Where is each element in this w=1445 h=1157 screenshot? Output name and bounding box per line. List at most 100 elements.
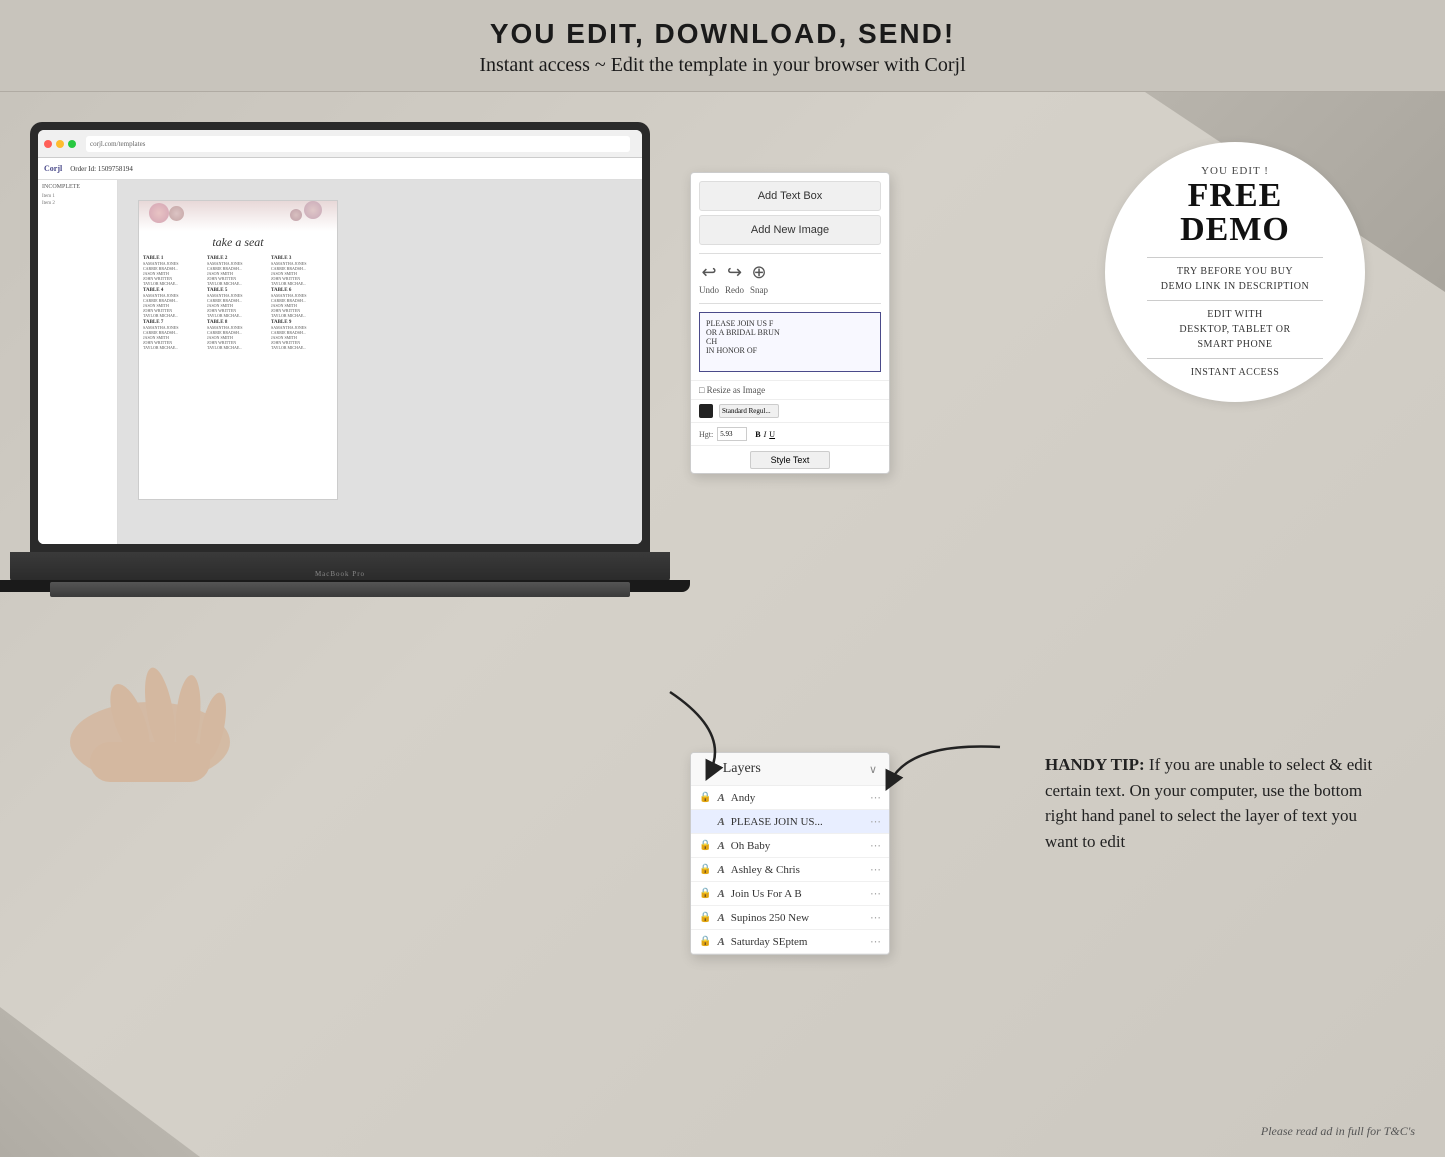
resize-image-label: □ Resize as Image — [699, 385, 765, 395]
undo-label: Undo — [699, 285, 719, 295]
layer-delete-icon[interactable]: ⋯ — [870, 911, 881, 924]
corjl-order: Order Id: 1509758194 — [70, 165, 133, 173]
layer-item-andy[interactable]: 🔒 A Andy ⋯ — [691, 786, 889, 810]
layer-item-ashleychris[interactable]: 🔒 A Ashley & Chris ⋯ — [691, 858, 889, 882]
demo-free-label: FREE — [1188, 179, 1283, 213]
bold-button[interactable]: B — [755, 430, 760, 439]
demo-edit-with-label: EDIT WITH — [1207, 307, 1263, 322]
corjl-sidebar: INCOMPLETE Item 1 Item 2 — [38, 180, 118, 544]
handy-tip-bold: HANDY TIP: — [1045, 755, 1145, 774]
layer-type-a: A — [717, 816, 724, 828]
layer-lock-icon: 🔒 — [699, 792, 711, 803]
layer-name-supinos: Supinos 250 New — [731, 912, 870, 924]
table-block-7: TABLE 7 SAMANTHA JONESCARRIE BRADSH...JA… — [143, 320, 205, 350]
layer-lock-icon: 🔒 — [699, 864, 711, 875]
demo-try-before-label: TRY BEFORE YOU BUY — [1177, 264, 1293, 279]
table-block-6: TABLE 6 SAMANTHA JONESCARRIE BRADSH...JA… — [271, 288, 333, 318]
top-banner: YOU EDIT, DOWNLOAD, SEND! Instant access… — [0, 0, 1445, 92]
corjl-panel: Add Text Box Add New Image ↩ Undo ↪ Redo… — [690, 172, 890, 474]
format-buttons: B I U — [755, 430, 775, 439]
demo-instant-access-label: INSTANT ACCESS — [1191, 365, 1280, 380]
bg-corner-bottom-left — [0, 1007, 200, 1157]
laptop-brand: MacBook Pro — [315, 570, 365, 578]
undo-icon[interactable]: ↩ — [701, 262, 716, 283]
main-area: corjl.com/templates Corjl Order Id: 1509… — [0, 92, 1445, 1157]
table-block-2: TABLE 2 SAMANTHA JONESCARRIE BRADSH...JA… — [207, 256, 269, 286]
layer-item-saturday[interactable]: 🔒 A Saturday SEptem ⋯ — [691, 930, 889, 954]
layer-type-a: A — [717, 792, 724, 804]
demo-demo-label: DEMO — [1180, 213, 1290, 247]
panel-size-controls: Hgt: 5.93 B I U — [691, 422, 889, 445]
floral-element — [149, 203, 169, 223]
demo-link-label: DEMO LINK IN DESCRIPTION — [1161, 279, 1309, 294]
table-block-1: TABLE 1 SAMANTHA JONESCARRIE BRADSH...JA… — [143, 256, 205, 286]
underline-button[interactable]: U — [769, 430, 775, 439]
snap-label: Snap — [750, 285, 768, 295]
layer-delete-icon[interactable]: ⋯ — [870, 815, 881, 828]
style-text-button[interactable]: Style Text — [750, 451, 831, 469]
layer-lock-icon: 🔒 — [699, 840, 711, 851]
panel-text-preview: PLEASE JOIN US FOR A BRIDAL BRUNCHIN HON… — [699, 312, 881, 372]
color-swatch-black[interactable] — [699, 404, 713, 418]
floral-element — [290, 209, 302, 221]
browser-dot-green — [68, 140, 76, 148]
demo-you-edit-label: YOU EDIT ! — [1201, 165, 1269, 177]
demo-platforms-label: DESKTOP, TABLET ORSMART PHONE — [1179, 322, 1290, 352]
redo-label: Redo — [725, 285, 744, 295]
banner-title: YOU EDIT, DOWNLOAD, SEND! — [0, 18, 1445, 50]
layer-lock-icon: 🔒 — [699, 888, 711, 899]
corjl-logo: Corjl — [44, 164, 62, 173]
layer-lock-icon: 🔒 — [699, 912, 711, 923]
layer-delete-icon[interactable]: ⋯ — [870, 839, 881, 852]
floral-element — [304, 201, 322, 219]
layer-delete-icon[interactable]: ⋯ — [870, 887, 881, 900]
sidebar-label: INCOMPLETE — [42, 184, 113, 190]
laptop-screen: corjl.com/templates Corjl Order Id: 1509… — [38, 130, 642, 544]
sidebar-item-1: Item 1 — [42, 194, 113, 199]
redo-icon[interactable]: ↪ — [727, 262, 742, 283]
style-text-button-container: Style Text — [691, 445, 889, 473]
layer-type-a: A — [717, 888, 724, 900]
layer-item-joinusforab[interactable]: 🔒 A Join Us For A B ⋯ — [691, 882, 889, 906]
snap-control: ⊕ Snap — [750, 262, 768, 295]
italic-button[interactable]: I — [764, 430, 767, 439]
layers-chevron-icon[interactable]: ∨ — [869, 763, 877, 776]
undo-control: ↩ Undo — [699, 262, 719, 295]
table-block-5: TABLE 5 SAMANTHA JONESCARRIE BRADSH...JA… — [207, 288, 269, 318]
laptop-screen-frame: corjl.com/templates Corjl Order Id: 1509… — [30, 122, 650, 552]
tc-text: Please read ad in full for T&C's — [1261, 1124, 1415, 1139]
layer-name-saturday: Saturday SEptem — [731, 936, 870, 948]
layer-item-supinos[interactable]: 🔒 A Supinos 250 New ⋯ — [691, 906, 889, 930]
layers-title: Layers — [723, 761, 869, 777]
table-block-4: TABLE 4 SAMANTHA JONESCARRIE BRADSH...JA… — [143, 288, 205, 318]
add-new-image-button[interactable]: Add New Image — [699, 215, 881, 245]
browser-dot-red — [44, 140, 52, 148]
sidebar-item-2: Item 2 — [42, 201, 113, 206]
layer-item-ohbaby[interactable]: 🔒 A Oh Baby ⋯ — [691, 834, 889, 858]
floral-decoration — [139, 201, 337, 231]
redo-control: ↪ Redo — [725, 262, 744, 295]
layer-delete-icon[interactable]: ⋯ — [870, 935, 881, 948]
layer-item-pleasejoin[interactable]: 🔒 A PLEASE JOIN US... ⋯ — [691, 810, 889, 834]
layers-panel: 🔒 Layers ∨ 🔒 A Andy ⋯ 🔒 A PLEASE JOIN US… — [690, 752, 890, 955]
layer-delete-icon[interactable]: ⋯ — [870, 791, 881, 804]
panel-font-controls: Standard Regul... — [691, 399, 889, 422]
corjl-header: Corjl Order Id: 1509758194 — [38, 158, 642, 180]
laptop-keyboard — [50, 582, 630, 597]
free-demo-circle: YOU EDIT ! FREE DEMO TRY BEFORE YOU BUY … — [1105, 142, 1365, 402]
layers-list: 🔒 A Andy ⋯ 🔒 A PLEASE JOIN US... ⋯ 🔒 A O… — [691, 786, 889, 954]
banner-subtitle: Instant access ~ Edit the template in yo… — [0, 54, 1445, 77]
font-selector[interactable]: Standard Regul... — [719, 404, 779, 418]
height-input[interactable]: 5.93 — [717, 427, 747, 441]
browser-bar: corjl.com/templates — [38, 130, 642, 158]
layer-name-pleasejoin: PLEASE JOIN US... — [731, 816, 870, 828]
add-text-box-button[interactable]: Add Text Box — [699, 181, 881, 211]
table-block-9: TABLE 9 SAMANTHA JONESCARRIE BRADSH...JA… — [271, 320, 333, 350]
snap-icon[interactable]: ⊕ — [751, 262, 766, 283]
hand-illustration — [30, 602, 330, 782]
layer-delete-icon[interactable]: ⋯ — [870, 863, 881, 876]
demo-divider-3 — [1147, 358, 1323, 359]
layer-type-a: A — [717, 864, 724, 876]
panel-options-bar: □ Resize as Image — [691, 380, 889, 399]
laptop-base: MacBook Pro — [10, 552, 670, 582]
